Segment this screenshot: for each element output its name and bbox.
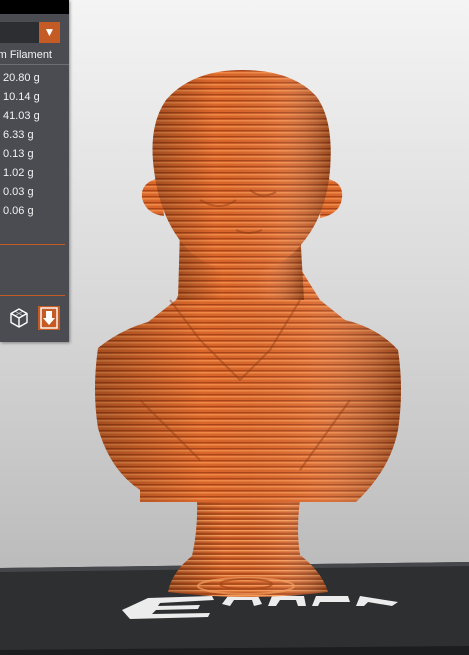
view-cube-button[interactable] [8, 306, 30, 330]
pedestal [168, 500, 328, 597]
filament-weights-list: 20.80 g 10.14 g 41.03 g 6.33 g 0.13 g 1.… [3, 69, 40, 221]
filament-column-header: m Filament [0, 49, 52, 61]
filament-weight: 1.02 g [3, 167, 34, 179]
section-divider [0, 244, 65, 245]
header-divider [0, 64, 69, 65]
dropdown-button[interactable]: ▼ [39, 22, 60, 43]
cube-icon [10, 308, 28, 328]
filament-weight: 0.03 g [3, 186, 34, 198]
section-divider [0, 295, 65, 296]
save-to-disk-button[interactable] [38, 306, 60, 330]
filament-weight: 0.06 g [3, 205, 34, 217]
filament-weight: 0.13 g [3, 148, 34, 160]
bust-torso [95, 268, 401, 502]
material-selector[interactable] [0, 22, 39, 43]
save-to-disk-icon [40, 307, 58, 329]
3d-viewport[interactable] [0, 0, 469, 655]
panel-top-bar [0, 0, 69, 14]
triangle-down-icon: ▼ [43, 25, 56, 39]
bust-head [152, 70, 331, 272]
filament-weight: 41.03 g [3, 110, 40, 122]
filament-weight: 10.14 g [3, 91, 40, 103]
print-info-panel: ▼ m Filament 20.80 g 10.14 g 41.03 g 6.3… [0, 0, 69, 342]
filament-weight: 6.33 g [3, 129, 34, 141]
filament-weight: 20.80 g [3, 72, 40, 84]
